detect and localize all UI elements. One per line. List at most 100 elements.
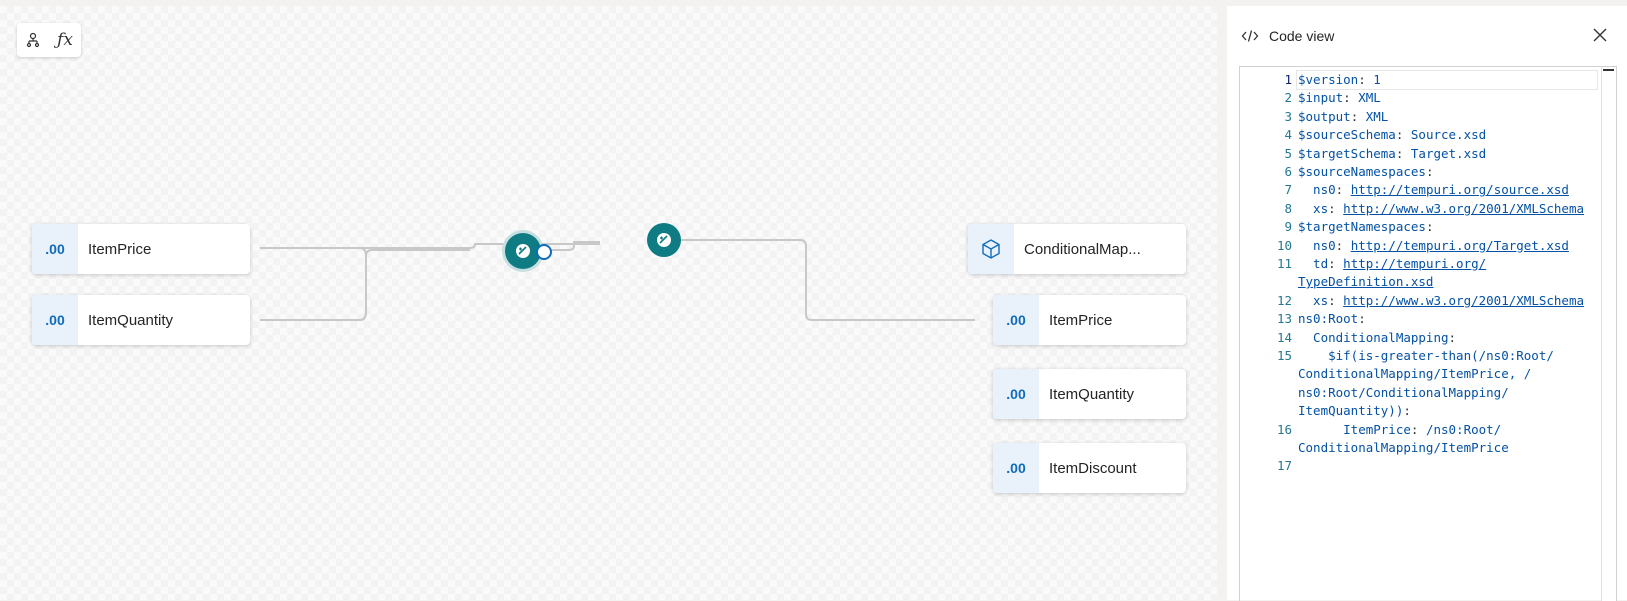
code-key: ns0 [1298, 237, 1336, 253]
line-number: 2 [1284, 90, 1292, 106]
code-line[interactable]: ConditionalMapping/ItemPrice, / [1240, 365, 1600, 383]
code-line[interactable]: 8 xs: http://www.w3.org/2001/XMLSchema [1240, 200, 1600, 218]
source-node-itemprice[interactable]: .00 ItemPrice [32, 224, 250, 274]
code-separator: : [1328, 200, 1344, 216]
line-number: 7 [1284, 182, 1292, 198]
code-text: ns0: http://tempuri.org/Target.xsd [1298, 237, 1569, 255]
code-line[interactable]: ConditionalMapping/ItemPrice [1240, 439, 1600, 457]
code-text: ConditionalMapping/ItemPrice [1298, 439, 1509, 457]
code-line[interactable]: 2 $input: XML [1240, 89, 1600, 107]
code-separator: : [1358, 311, 1366, 327]
target-node-itemquantity[interactable]: .00 ItemQuantity [993, 369, 1186, 419]
namespace-link[interactable]: http://tempuri.org/ [1343, 256, 1486, 271]
compare-icon [516, 244, 530, 258]
function-panel-button[interactable]: ƒx [52, 27, 78, 53]
code-key: ItemQuantity)) [1298, 403, 1404, 419]
code-view-panel: Code view 1 $version: 1 2 $input: XML 3 $outp… [1227, 6, 1627, 601]
code-line[interactable]: ItemQuantity)): [1240, 402, 1600, 420]
code-text: $targetNamespaces: [1298, 218, 1433, 236]
line-number: 3 [1284, 108, 1292, 124]
code-separator: : [1425, 164, 1434, 179]
code-separator: : [1343, 90, 1359, 106]
code-line[interactable]: 11 td: http://tempuri.org/ [1240, 255, 1600, 273]
code-key: td [1298, 256, 1329, 271]
code-line[interactable]: 15 $if(is-greater-than(/ns0:Root/ [1240, 347, 1600, 365]
code-line[interactable]: 14 ConditionalMapping: [1240, 329, 1600, 347]
namespace-link[interactable]: http://tempuri.org/Target.xsd [1351, 238, 1569, 253]
code-key: $targetSchema [1298, 145, 1396, 161]
code-separator: : [1358, 72, 1374, 87]
line-number: 11 [1276, 256, 1292, 271]
code-line[interactable]: 9 $targetNamespaces: [1240, 218, 1600, 236]
code-line[interactable]: 13 ns0:Root: [1240, 310, 1600, 328]
code-key: xs [1298, 292, 1329, 308]
code-line[interactable]: 3 $output: XML [1240, 108, 1600, 126]
namespace-link[interactable]: http://tempuri.org/source.xsd [1351, 182, 1569, 197]
function-node-if[interactable] [647, 223, 681, 257]
code-separator: : [1403, 403, 1411, 419]
code-line[interactable]: 1 $version: 1 [1240, 71, 1600, 89]
code-key: ConditionalMapping/ItemPrice, / [1298, 366, 1532, 382]
close-panel-button[interactable] [1593, 28, 1607, 47]
connection-handle[interactable] [536, 244, 552, 260]
code-text: ns0:Root/ConditionalMapping/ [1298, 384, 1509, 402]
editor-scrollbar[interactable] [1601, 67, 1616, 601]
target-node-itemprice[interactable]: .00 ItemPrice [993, 295, 1186, 345]
line-number: 8 [1284, 200, 1292, 216]
code-key: $output [1298, 108, 1351, 124]
namespace-link[interactable]: http://www.w3.org/2001/XMLSchema [1343, 201, 1584, 216]
code-line[interactable]: TypeDefinition.xsd [1240, 273, 1600, 291]
compare-icon [657, 233, 671, 247]
code-separator: : [1328, 292, 1344, 308]
decimal-type-icon: .00 [32, 295, 78, 345]
code-line[interactable]: ns0:Root/ConditionalMapping/ [1240, 384, 1600, 402]
scroll-position-indicator [1603, 69, 1614, 78]
schema-tree-button[interactable] [20, 27, 46, 53]
target-node-conditionalmapping[interactable]: ConditionalMap... [968, 224, 1186, 274]
line-number: 16 [1276, 421, 1292, 437]
source-node-itemquantity[interactable]: .00 ItemQuantity [32, 295, 250, 345]
close-icon [1593, 28, 1607, 42]
code-line[interactable]: 5 $targetSchema: Target.xsd [1240, 145, 1600, 163]
node-label: ItemQuantity [88, 311, 174, 329]
code-line[interactable]: 12 xs: http://www.w3.org/2001/XMLSchema [1240, 292, 1600, 310]
code-text: ns0:Root: [1298, 310, 1366, 328]
code-line[interactable]: 6 $sourceNamespaces: [1240, 163, 1600, 181]
code-text: $targetSchema: Target.xsd [1298, 145, 1486, 163]
namespace-link[interactable]: TypeDefinition.xsd [1298, 274, 1433, 289]
code-key: ItemPrice [1298, 421, 1411, 437]
code-value: Source.xsd [1410, 127, 1487, 143]
code-value: Target.xsd [1410, 145, 1487, 161]
code-line[interactable]: 7 ns0: http://tempuri.org/source.xsd [1240, 181, 1600, 199]
code-line[interactable]: 4 $sourceSchema: Source.xsd [1240, 126, 1600, 144]
decimal-type-icon: .00 [32, 224, 78, 274]
code-key: $targetNamespaces [1298, 219, 1426, 235]
line-number: 4 [1284, 127, 1292, 143]
line-number: 5 [1284, 145, 1292, 161]
code-separator: : [1410, 421, 1426, 437]
namespace-link[interactable]: http://www.w3.org/2001/XMLSchema [1343, 293, 1584, 308]
panel-title: Code view [1269, 28, 1335, 44]
line-number: 12 [1276, 292, 1292, 308]
code-key: xs [1298, 200, 1329, 216]
line-number: 14 [1276, 329, 1292, 345]
function-icon: ƒx [57, 30, 73, 50]
code-icon [1241, 30, 1259, 42]
code-editor[interactable]: 1 $version: 1 2 $input: XML 3 $output: XML 4 $s… [1239, 66, 1617, 601]
code-text: ns0: http://tempuri.org/source.xsd [1298, 181, 1569, 199]
code-text: $input: XML [1298, 89, 1381, 107]
code-key: ns0:Root [1298, 311, 1359, 327]
schema-tree-icon [26, 32, 40, 48]
code-line[interactable]: 10 ns0: http://tempuri.org/Target.xsd [1240, 237, 1600, 255]
line-number: 13 [1276, 311, 1292, 327]
code-line[interactable]: 16 ItemPrice: /ns0:Root/ [1240, 421, 1600, 439]
code-line[interactable]: 17 [1240, 457, 1600, 475]
code-separator: : [1395, 127, 1411, 143]
line-number: 17 [1276, 458, 1292, 474]
canvas-toolbar: ƒx [17, 23, 81, 57]
wire-if-to-target [672, 239, 975, 321]
target-node-itemdiscount[interactable]: .00 ItemDiscount [993, 443, 1186, 493]
line-number: 6 [1284, 164, 1292, 179]
mapper-canvas[interactable]: ƒx .00 ItemPrice .00 ItemQuantity Condit… [0, 6, 1217, 600]
code-key: $version [1298, 72, 1359, 87]
